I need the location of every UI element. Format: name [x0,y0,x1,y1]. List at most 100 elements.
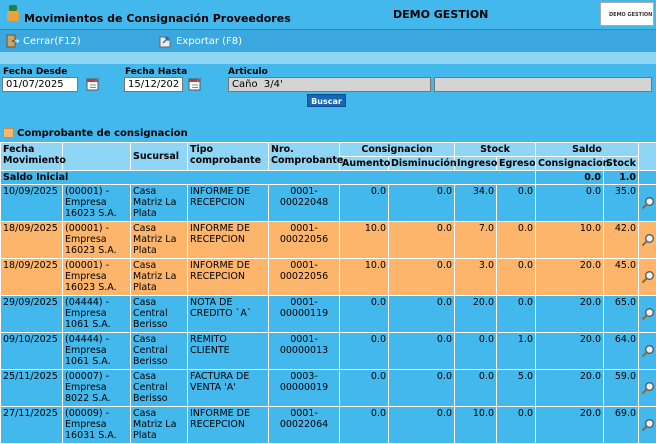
cell-ingreso: 0.0 [454,369,498,407]
article-code-input[interactable] [228,77,431,92]
cell-actions [638,295,656,333]
cell-tipo: INFORME DE RECEPCION [187,258,269,296]
cell-tipo: REMITO CLIENTE [187,332,269,370]
cell-disminucion: 0.0 [387,184,456,222]
cell-saldo-consignacion: 20.0 [535,258,605,296]
cell-ingreso: 20.0 [454,295,498,333]
cell-aumento: 10.0 [339,221,389,259]
movements-grid: Fecha Movimiento Sucursal Tipo comproban… [0,142,656,444]
cell-fecha: 09/10/2025 [0,332,63,370]
table-row[interactable]: 25/11/2025 (00007) - Empresa 8022 S.A. Cas… [0,369,656,407]
cell-saldo-stock: 64.0 [603,332,640,370]
consignment-legend-label: Comprobante de consignacion [17,128,188,139]
cell-nro: 0001-00022056 [268,221,340,259]
date-from-input[interactable] [2,77,78,92]
cell-egreso: 0.0 [496,184,537,222]
article-label: Articulo [228,67,268,77]
magnifier-icon[interactable] [641,196,655,210]
magnifier-icon[interactable] [641,344,655,358]
table-row[interactable]: 27/11/2025 (00009) - Empresa 16031 S.A. Ca… [0,406,656,444]
export-icon [159,36,171,48]
cell-nro: 0001-00000013 [268,332,340,370]
magnifier-icon[interactable] [641,307,655,321]
cell-sucursal: Casa Matriz La Plata [130,258,188,296]
cell-fecha: 29/09/2025 [0,295,63,333]
magnifier-icon[interactable] [641,233,655,247]
cell-disminucion: 0.0 [387,332,456,370]
header-group-stock: Stock [454,142,537,157]
header-saldo-consignacion: Consignacion [535,156,609,171]
cell-fecha: 18/09/2025 [0,258,63,296]
cell-nro: 0003-00000019 [268,369,340,407]
cell-tipo: INFORME DE RECEPCION [187,184,269,222]
cell-ingreso: 7.0 [454,221,498,259]
calendar-icon[interactable] [187,76,203,92]
header-saldo-stock: Stock [603,156,640,171]
search-button[interactable]: Buscar [307,94,346,107]
cell-saldo-consignacion: 20.0 [535,369,605,407]
cell-saldo-stock: 42.0 [603,221,640,259]
close-button-label: Cerrar(F12) [23,35,81,47]
cell-actions [638,406,656,444]
cell-fecha: 18/09/2025 [0,221,63,259]
header-nro: Nro. Comprobante [268,142,343,171]
saldo-inicial-consignacion: 0.0 [535,170,605,185]
company-logo: DEMO GESTION [600,2,654,26]
saldo-inicial-stock: 1.0 [603,170,640,185]
date-from-label: Fecha Desde [3,67,68,77]
header-sucursal: Sucursal [130,142,188,171]
date-to-input[interactable] [124,77,183,92]
export-button[interactable]: Exportar (F8) [158,33,242,49]
saldo-inicial-row: Saldo Inicial 0.0 1.0 [0,170,656,185]
cell-proveedor: (00001) - Empresa 16023 S.A. [62,221,131,259]
cell-sucursal: Casa Central Berisso [130,295,188,333]
article-description-input[interactable] [434,77,652,92]
app-title: Movimientos de Consignación Proveedores [24,12,291,25]
cell-proveedor: (00001) - Empresa 16023 S.A. [62,184,131,222]
magnifier-icon[interactable] [641,270,655,284]
cell-saldo-stock: 59.0 [603,369,640,407]
table-row[interactable]: 18/09/2025 (00001) - Empresa 16023 S.A. Ca… [0,221,656,259]
cell-tipo: INFORME DE RECEPCION [187,221,269,259]
cell-nro: 0001-00022048 [268,184,340,222]
table-row[interactable]: 10/09/2025 (00001) - Empresa 16023 S.A. Ca… [0,184,656,222]
cell-nro: 0001-00000119 [268,295,340,333]
cell-actions [638,184,656,222]
cell-tipo: INFORME DE RECEPCION [187,406,269,444]
header-ingreso: Ingreso [454,156,497,171]
cell-proveedor: (00007) - Empresa 8022 S.A. [62,369,131,407]
header-egreso: Egreso [496,156,537,171]
close-button[interactable]: Cerrar(F12) [5,33,81,49]
table-row[interactable]: 29/09/2025 (04444) - Empresa 1061 S.A. Cas… [0,295,656,333]
cell-sucursal: Casa Central Berisso [130,332,188,370]
cell-disminucion: 0.0 [387,221,456,259]
calendar-icon[interactable] [85,76,101,92]
cell-saldo-stock: 45.0 [603,258,640,296]
cell-sucursal: Casa Matriz La Plata [130,406,188,444]
cell-proveedor: (00009) - Empresa 16031 S.A. [62,406,131,444]
magnifier-icon[interactable] [641,381,655,395]
cell-proveedor: (04444) - Empresa 1061 S.A. [62,332,131,370]
cell-aumento: 0.0 [339,332,389,370]
cell-saldo-consignacion: 20.0 [535,332,605,370]
table-row[interactable]: 09/10/2025 (04444) - Empresa 1061 S.A. Cas… [0,332,656,370]
table-row[interactable]: 18/09/2025 (00001) - Empresa 16023 S.A. Ca… [0,258,656,296]
consignment-legend-swatch [3,128,14,138]
cell-egreso: 0.0 [496,258,537,296]
cell-ingreso: 0.0 [454,332,498,370]
header-tipo: Tipo comprobante [187,142,269,171]
title-bar: Movimientos de Consignación Proveedores … [0,0,656,30]
cell-sucursal: Casa Matriz La Plata [130,184,188,222]
cell-disminucion: 0.0 [387,406,456,444]
cell-saldo-stock: 65.0 [603,295,640,333]
saldo-inicial-label: Saldo Inicial [0,170,537,185]
export-button-label: Exportar (F8) [176,35,243,47]
separator-strip [0,52,656,64]
header-aumento: Aumento [339,156,390,171]
cell-actions [638,369,656,407]
magnifier-icon[interactable] [641,418,655,432]
date-to-label: Fecha Hasta [125,67,188,77]
cell-nro: 0001-00022056 [268,258,340,296]
cell-aumento: 10.0 [339,258,389,296]
cell-sucursal: Casa Central Berisso [130,369,188,407]
